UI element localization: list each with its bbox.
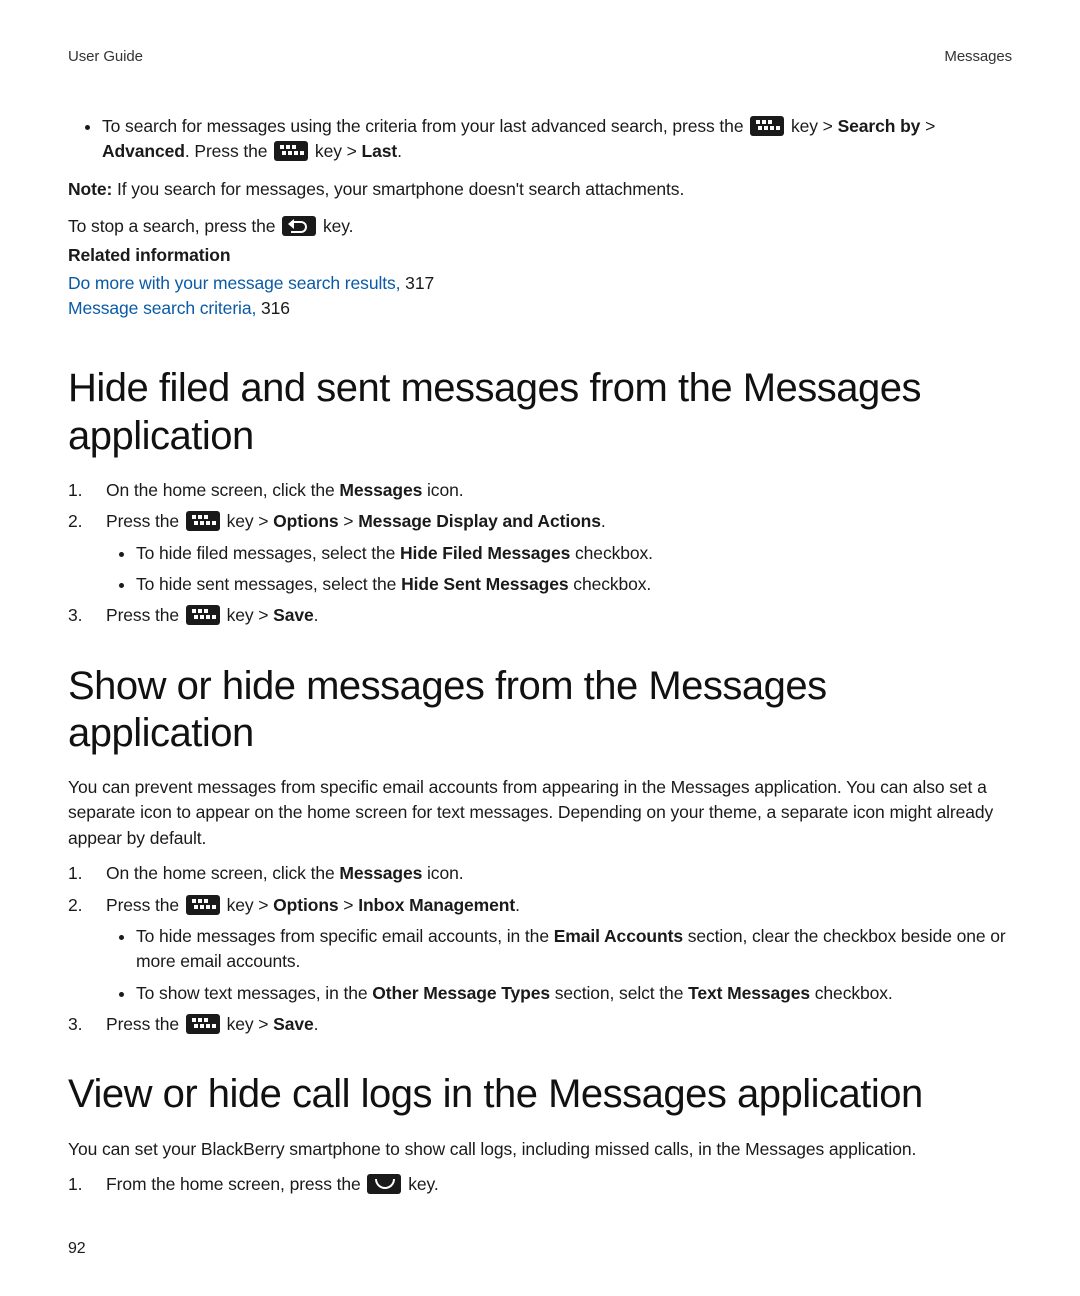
text-bold: Advanced — [102, 141, 185, 161]
document-page: User Guide Messages To search for messag… — [0, 0, 1080, 1296]
text: key > — [227, 895, 274, 915]
text-bold: Search by — [838, 116, 921, 136]
intro-bullet-list: To search for messages using the criteri… — [68, 114, 1012, 165]
text-bold: Messages — [339, 480, 422, 500]
text-bold: Inbox Management — [358, 895, 515, 915]
step: Press the key > Options > Inbox Manageme… — [68, 893, 1012, 1007]
text: > — [339, 895, 359, 915]
text-bold: Messages — [339, 863, 422, 883]
text-bold: Last — [362, 141, 398, 161]
note-label: Note: — [68, 179, 112, 199]
text: To show text messages, in the — [136, 983, 372, 1003]
menu-key-icon — [186, 511, 220, 531]
header-left: User Guide — [68, 46, 143, 68]
text: > — [920, 116, 935, 136]
text: key > — [227, 1014, 274, 1034]
text: To stop a search, press the — [68, 216, 280, 236]
section-heading-hide-filed-sent: Hide filed and sent messages from the Me… — [68, 365, 1012, 459]
text-bold: Other Message Types — [372, 983, 550, 1003]
sec3-desc: You can set your BlackBerry smartphone t… — [68, 1137, 1012, 1162]
text: Press the — [106, 1014, 184, 1034]
related-info-heading: Related information — [68, 243, 1012, 268]
text: . — [314, 1014, 319, 1034]
substep: To hide messages from specific email acc… — [136, 924, 1012, 975]
text: From the home screen, press the — [106, 1174, 365, 1194]
step: From the home screen, press the key. — [68, 1172, 1012, 1197]
text: key > — [791, 116, 838, 136]
text-bold: Save — [273, 605, 313, 625]
sec2-steps: On the home screen, click the Messages i… — [68, 861, 1012, 1037]
section-heading-show-hide-messages: Show or hide messages from the Messages … — [68, 663, 1012, 757]
text: checkbox. — [570, 543, 653, 563]
page-ref: 317 — [400, 273, 434, 293]
intro-bullet: To search for messages using the criteri… — [102, 114, 1012, 165]
text-bold: Message Display and Actions — [358, 511, 601, 531]
menu-key-icon — [186, 895, 220, 915]
text: Press the — [106, 895, 184, 915]
text: To hide sent messages, select the — [136, 574, 401, 594]
text: icon. — [422, 863, 463, 883]
text: On the home screen, click the — [106, 863, 339, 883]
text-bold: Save — [273, 1014, 313, 1034]
text: On the home screen, click the — [106, 480, 339, 500]
text: key. — [323, 216, 353, 236]
text: icon. — [422, 480, 463, 500]
step: On the home screen, click the Messages i… — [68, 478, 1012, 503]
sec1-steps: On the home screen, click the Messages i… — [68, 478, 1012, 629]
text-bold: Hide Filed Messages — [400, 543, 570, 563]
escape-key-icon — [282, 216, 316, 236]
step: Press the key > Save. — [68, 1012, 1012, 1037]
text: checkbox. — [569, 574, 652, 594]
text: > — [339, 511, 359, 531]
substep: To hide filed messages, select the Hide … — [136, 541, 1012, 566]
text: . Press the — [185, 141, 272, 161]
text: . — [601, 511, 606, 531]
text: section, selct the — [550, 983, 688, 1003]
substeps: To hide filed messages, select the Hide … — [106, 541, 1012, 598]
step: On the home screen, click the Messages i… — [68, 861, 1012, 886]
text-bold: Email Accounts — [554, 926, 683, 946]
text-bold: Options — [273, 895, 338, 915]
header-right: Messages — [944, 46, 1012, 68]
menu-key-icon — [186, 1014, 220, 1034]
substep: To show text messages, in the Other Mess… — [136, 981, 1012, 1006]
related-link[interactable]: Do more with your message search results… — [68, 273, 400, 293]
text: . — [397, 141, 402, 161]
menu-key-icon — [274, 141, 308, 161]
text: . — [515, 895, 520, 915]
text: Press the — [106, 605, 184, 625]
note-block: Note: If you search for messages, your s… — [68, 177, 1012, 202]
step: Press the key > Options > Message Displa… — [68, 509, 1012, 597]
text-bold: Options — [273, 511, 338, 531]
page-ref: 316 — [256, 298, 290, 318]
menu-key-icon — [186, 605, 220, 625]
text: Press the — [106, 511, 184, 531]
text: checkbox. — [810, 983, 893, 1003]
related-link[interactable]: Message search criteria, — [68, 298, 256, 318]
text: key > — [315, 141, 362, 161]
text: key. — [408, 1174, 438, 1194]
related-link-row: Do more with your message search results… — [68, 271, 1012, 296]
page-number: 92 — [68, 1237, 86, 1260]
text: key > — [227, 511, 274, 531]
note-text: If you search for messages, your smartph… — [112, 179, 684, 199]
text: key > — [227, 605, 274, 625]
stop-search-line: To stop a search, press the key. — [68, 214, 1012, 239]
substep: To hide sent messages, select the Hide S… — [136, 572, 1012, 597]
text-bold: Hide Sent Messages — [401, 574, 568, 594]
page-header: User Guide Messages — [68, 46, 1012, 68]
section-heading-call-logs: View or hide call logs in the Messages a… — [68, 1071, 1012, 1118]
substeps: To hide messages from specific email acc… — [106, 924, 1012, 1006]
text-bold: Text Messages — [688, 983, 810, 1003]
send-key-icon — [367, 1174, 401, 1194]
related-link-row: Message search criteria, 316 — [68, 296, 1012, 321]
text: To hide messages from specific email acc… — [136, 926, 554, 946]
menu-key-icon — [750, 116, 784, 136]
step: Press the key > Save. — [68, 603, 1012, 628]
sec3-steps: From the home screen, press the key. — [68, 1172, 1012, 1197]
text: To search for messages using the criteri… — [102, 116, 748, 136]
text: . — [314, 605, 319, 625]
sec2-desc: You can prevent messages from specific e… — [68, 775, 1012, 851]
text: To hide filed messages, select the — [136, 543, 400, 563]
